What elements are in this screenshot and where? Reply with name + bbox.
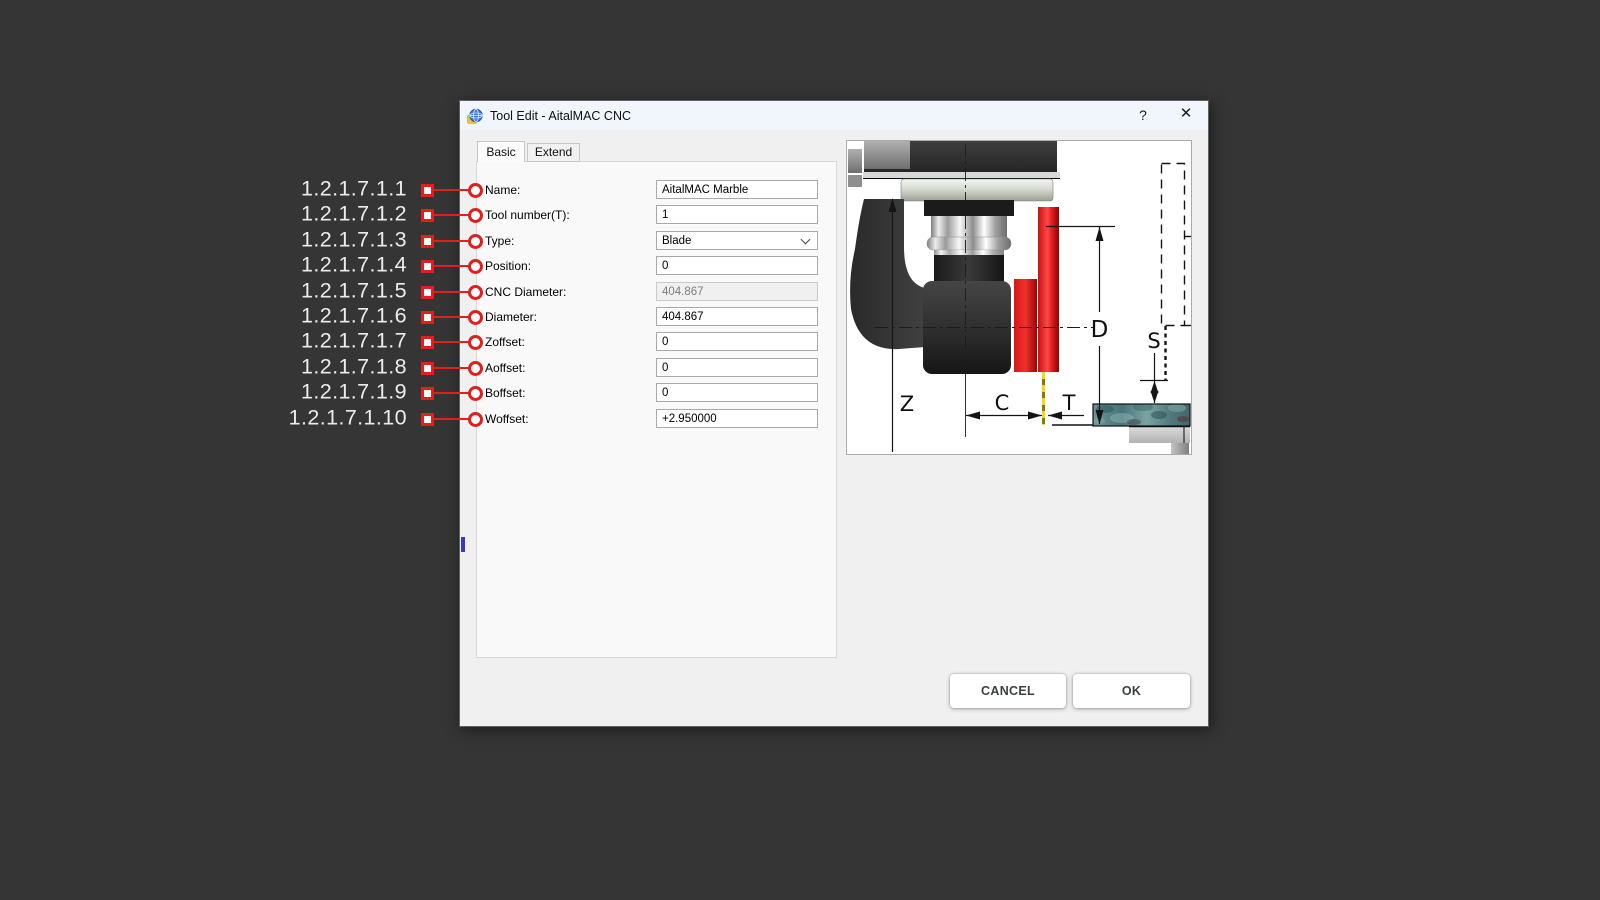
dim-label-d: D: [1091, 317, 1109, 343]
tool-dimension-diagram: Z C T D S: [846, 140, 1192, 455]
help-button[interactable]: ?: [1132, 104, 1154, 126]
zoffset-input[interactable]: [656, 332, 818, 351]
annotation-number: 1.2.1.7.1.1: [240, 177, 407, 202]
ok-button[interactable]: OK: [1073, 674, 1190, 708]
field-label-tool-number: Tool number(T):: [485, 208, 570, 222]
field-label-name: Name:: [485, 183, 520, 197]
tab-extend[interactable]: Extend: [527, 143, 580, 162]
annotation-connector-line: [433, 189, 469, 191]
annotation-circle-marker: [468, 386, 483, 401]
annotation-connector-line: [433, 316, 469, 318]
field-label-woffset: Woffset:: [485, 412, 529, 426]
annotation-circle-marker: [468, 361, 483, 376]
cancel-button[interactable]: CANCEL: [950, 674, 1066, 708]
dim-label-t: T: [1062, 391, 1076, 415]
field-label-diameter: Diameter:: [485, 310, 537, 324]
annotation-circle-marker: [468, 310, 483, 325]
woffset-input[interactable]: [656, 409, 818, 428]
field-label-zoffset: Zoffset:: [485, 335, 525, 349]
chevron-down-icon: [801, 235, 811, 245]
annotation-connector-line: [433, 240, 469, 242]
annotation-circle-marker: [468, 285, 483, 300]
annotation-number: 1.2.1.7.1.10: [240, 406, 407, 431]
tool-number-input[interactable]: [656, 205, 818, 224]
annotation-number: 1.2.1.7.1.7: [240, 329, 407, 354]
globe-icon: [467, 108, 483, 124]
cnc-diameter-input: [656, 282, 818, 301]
annotation-number: 1.2.1.7.1.3: [240, 228, 407, 253]
boffset-input[interactable]: [656, 383, 818, 402]
annotation-connector-line: [433, 341, 469, 343]
dialog-titlebar: Tool Edit - AitalMAC CNC: [460, 101, 1208, 130]
annotation-circle-marker: [468, 412, 483, 427]
type-dropdown-value: Blade: [662, 235, 691, 247]
field-label-aoffset: Aoffset:: [485, 361, 525, 375]
annotation-number: 1.2.1.7.1.2: [240, 202, 407, 227]
annotation-connector-line: [433, 367, 469, 369]
annotation-connector-line: [433, 392, 469, 394]
annotation-circle-marker: [468, 234, 483, 249]
annotation-connector-line: [433, 291, 469, 293]
annotation-connector-line: [433, 265, 469, 267]
annotation-connector-line: [433, 418, 469, 420]
annotation-circle-marker: [468, 335, 483, 350]
dim-label-z: Z: [900, 392, 914, 416]
dim-label-s: S: [1147, 329, 1160, 353]
ghost-tool-outline: [1162, 164, 1192, 382]
diameter-input[interactable]: [656, 307, 818, 326]
annotation-circle-marker: [468, 259, 483, 274]
field-label-type: Type:: [485, 234, 514, 248]
field-label-position: Position:: [485, 259, 531, 273]
type-dropdown[interactable]: Blade: [656, 231, 818, 250]
annotation-number: 1.2.1.7.1.5: [240, 279, 407, 304]
tab-basic[interactable]: Basic: [477, 141, 525, 162]
dialog-title: Tool Edit - AitalMAC CNC: [490, 109, 631, 123]
blade-graphic: [1014, 207, 1059, 372]
field-label-cnc-diameter: CNC Diameter:: [485, 285, 566, 299]
annotation-connector-line: [433, 214, 469, 216]
annotation-number: 1.2.1.7.1.4: [240, 253, 407, 278]
annotation-number: 1.2.1.7.1.6: [240, 304, 407, 329]
position-input[interactable]: [656, 256, 818, 275]
annotation-circle-marker: [468, 183, 483, 198]
annotation-number: 1.2.1.7.1.8: [240, 355, 407, 380]
annotation-circle-marker: [468, 208, 483, 223]
annotation-number: 1.2.1.7.1.9: [240, 380, 407, 405]
name-input[interactable]: [656, 180, 818, 199]
blue-edge-marker: [461, 537, 465, 552]
close-icon[interactable]: ✕: [1175, 103, 1197, 125]
dim-label-c: C: [995, 391, 1010, 415]
aoffset-input[interactable]: [656, 358, 818, 377]
field-label-boffset: Boffset:: [485, 386, 525, 400]
screen: Tool Edit - AitalMAC CNC ? ✕ Basic Exten…: [0, 0, 1600, 900]
